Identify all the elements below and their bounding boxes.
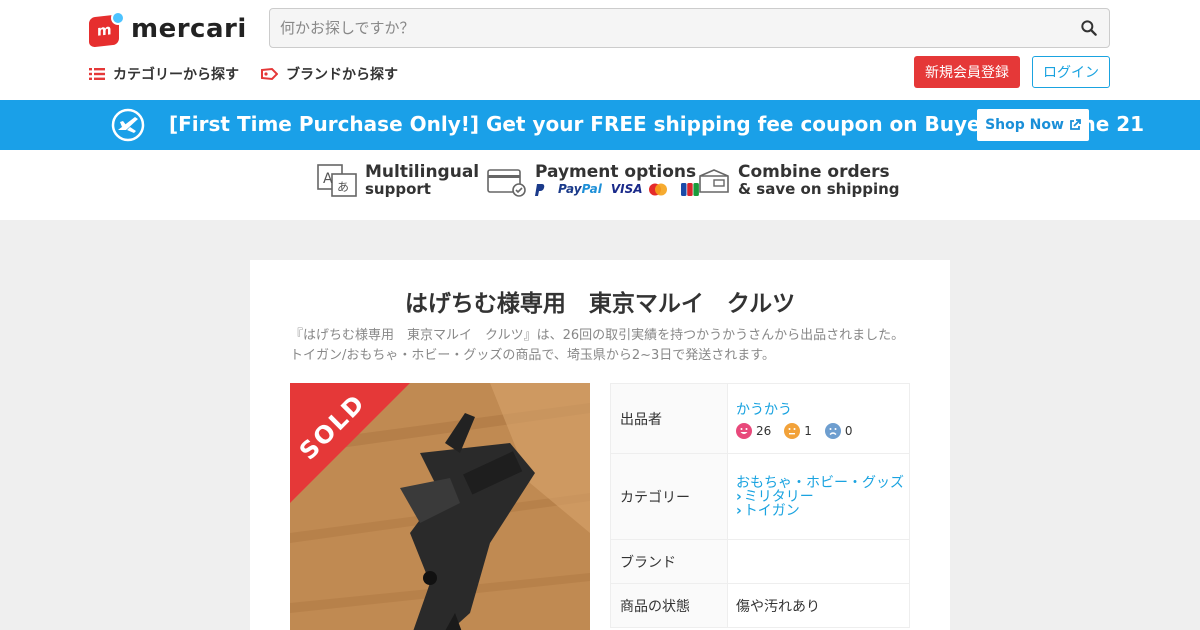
nav-category[interactable]: カテゴリーから探す (89, 64, 239, 84)
rating-normal-count: 1 (804, 423, 812, 438)
paypal-text-pal: Pal (581, 182, 602, 196)
rating-good-count: 26 (756, 423, 772, 438)
svg-text:あ: あ (337, 180, 349, 194)
detail-row-category: カテゴリー おもちゃ・ホビー・グッズ › ミリタリー › トイガン (610, 453, 910, 540)
translate-icon: A あ (317, 164, 357, 197)
detail-row-condition: 商品の状態 傷や汚れあり (610, 583, 910, 628)
category-top-link[interactable]: おもちゃ・ホビー・グッズ (736, 476, 909, 490)
seller-key: 出品者 (610, 383, 728, 454)
paypal-text-pay: Pay (558, 182, 582, 196)
seller-ratings: 26 1 0 (736, 422, 909, 439)
item-photo[interactable]: SOLD (290, 383, 590, 630)
seller-name-link[interactable]: かうかう (736, 399, 909, 419)
category-key: カテゴリー (610, 453, 728, 540)
logo-text: mercari (131, 14, 247, 44)
feature-multilingual: A あ Multilingual support (317, 164, 479, 198)
good-face-icon (736, 422, 752, 439)
register-button[interactable]: 新規会員登録 (914, 56, 1020, 88)
tag-icon (261, 67, 278, 81)
feature-multilingual-line1: Multilingual (365, 162, 480, 182)
list-icon (89, 68, 105, 80)
search-input[interactable] (280, 9, 1060, 47)
features-strip: A あ Multilingual support Payment options… (0, 150, 1200, 220)
item-card: はげちむ様専用 東京マルイ クルツ 『はげちむ様専用 東京マルイ クルツ』は、2… (250, 260, 950, 630)
card-icon (487, 169, 526, 197)
item-description: 『はげちむ様専用 東京マルイ クルツ』は、26回の取引実績を持つかうかうさんから… (290, 328, 905, 363)
nav-brand[interactable]: ブランドから探す (261, 64, 398, 84)
brand-key: ブランド (610, 539, 728, 584)
category-leaf-row[interactable]: › トイガン (736, 504, 909, 518)
item-title: はげちむ様専用 東京マルイ クルツ (404, 291, 796, 317)
brand-value (727, 539, 910, 584)
feature-combine-line1: Combine orders (738, 162, 890, 182)
detail-row-seller: 出品者 かうかう 26 1 0 (610, 383, 910, 454)
category-leaf-link: トイガン (743, 502, 800, 519)
nav-category-label: カテゴリーから探す (113, 67, 239, 83)
detail-row-brand: ブランド (610, 539, 910, 584)
feature-combine-line2: & save on shipping (738, 180, 900, 198)
mercari-logo[interactable]: m mercari (89, 11, 247, 48)
bad-face-icon (824, 422, 841, 439)
paypal-icon (535, 183, 545, 196)
mercari-logo-icon: m (89, 11, 125, 48)
feature-multilingual-line2: support (365, 180, 431, 198)
visa-logo: VISA (610, 182, 643, 196)
normal-face-icon (784, 422, 801, 439)
category-mid-row[interactable]: › ミリタリー (736, 490, 909, 504)
condition-key: 商品の状態 (610, 583, 728, 628)
feature-payment-line1: Payment options (535, 162, 697, 182)
external-link-icon (1070, 119, 1081, 130)
jcb-icon (680, 183, 699, 196)
airplane-icon (111, 108, 145, 142)
nav-brand-label: ブランドから探す (286, 67, 398, 83)
chevron-right-icon: › (736, 502, 742, 519)
feature-combine: Combine orders & save on shipping (698, 164, 900, 198)
svg-text:A: A (323, 171, 333, 187)
rating-bad-count: 0 (844, 423, 853, 438)
search-icon[interactable] (1079, 18, 1099, 38)
payment-logos: PayPal VISA (535, 181, 707, 198)
mastercard-icon (648, 183, 667, 196)
site-header: m mercari カテゴリーから探す ブランドから探す 新規会員登録 ログイン (0, 0, 1200, 100)
shop-now-button[interactable]: Shop Now (977, 109, 1089, 141)
box-icon (699, 169, 729, 193)
shop-now-label: Shop Now (985, 117, 1064, 133)
condition-value: 傷や汚れあり (727, 583, 910, 628)
item-details-table: 出品者 かうかう 26 1 0 カテゴリー おもちゃ・ホビー・グッズ › ミリタ… (610, 383, 910, 628)
search-bar (269, 8, 1110, 48)
login-button[interactable]: ログイン (1032, 56, 1110, 88)
promo-banner: [First Time Purchase Only!] Get your FRE… (0, 100, 1200, 150)
feature-payment: Payment options PayPal VISA (487, 164, 707, 198)
